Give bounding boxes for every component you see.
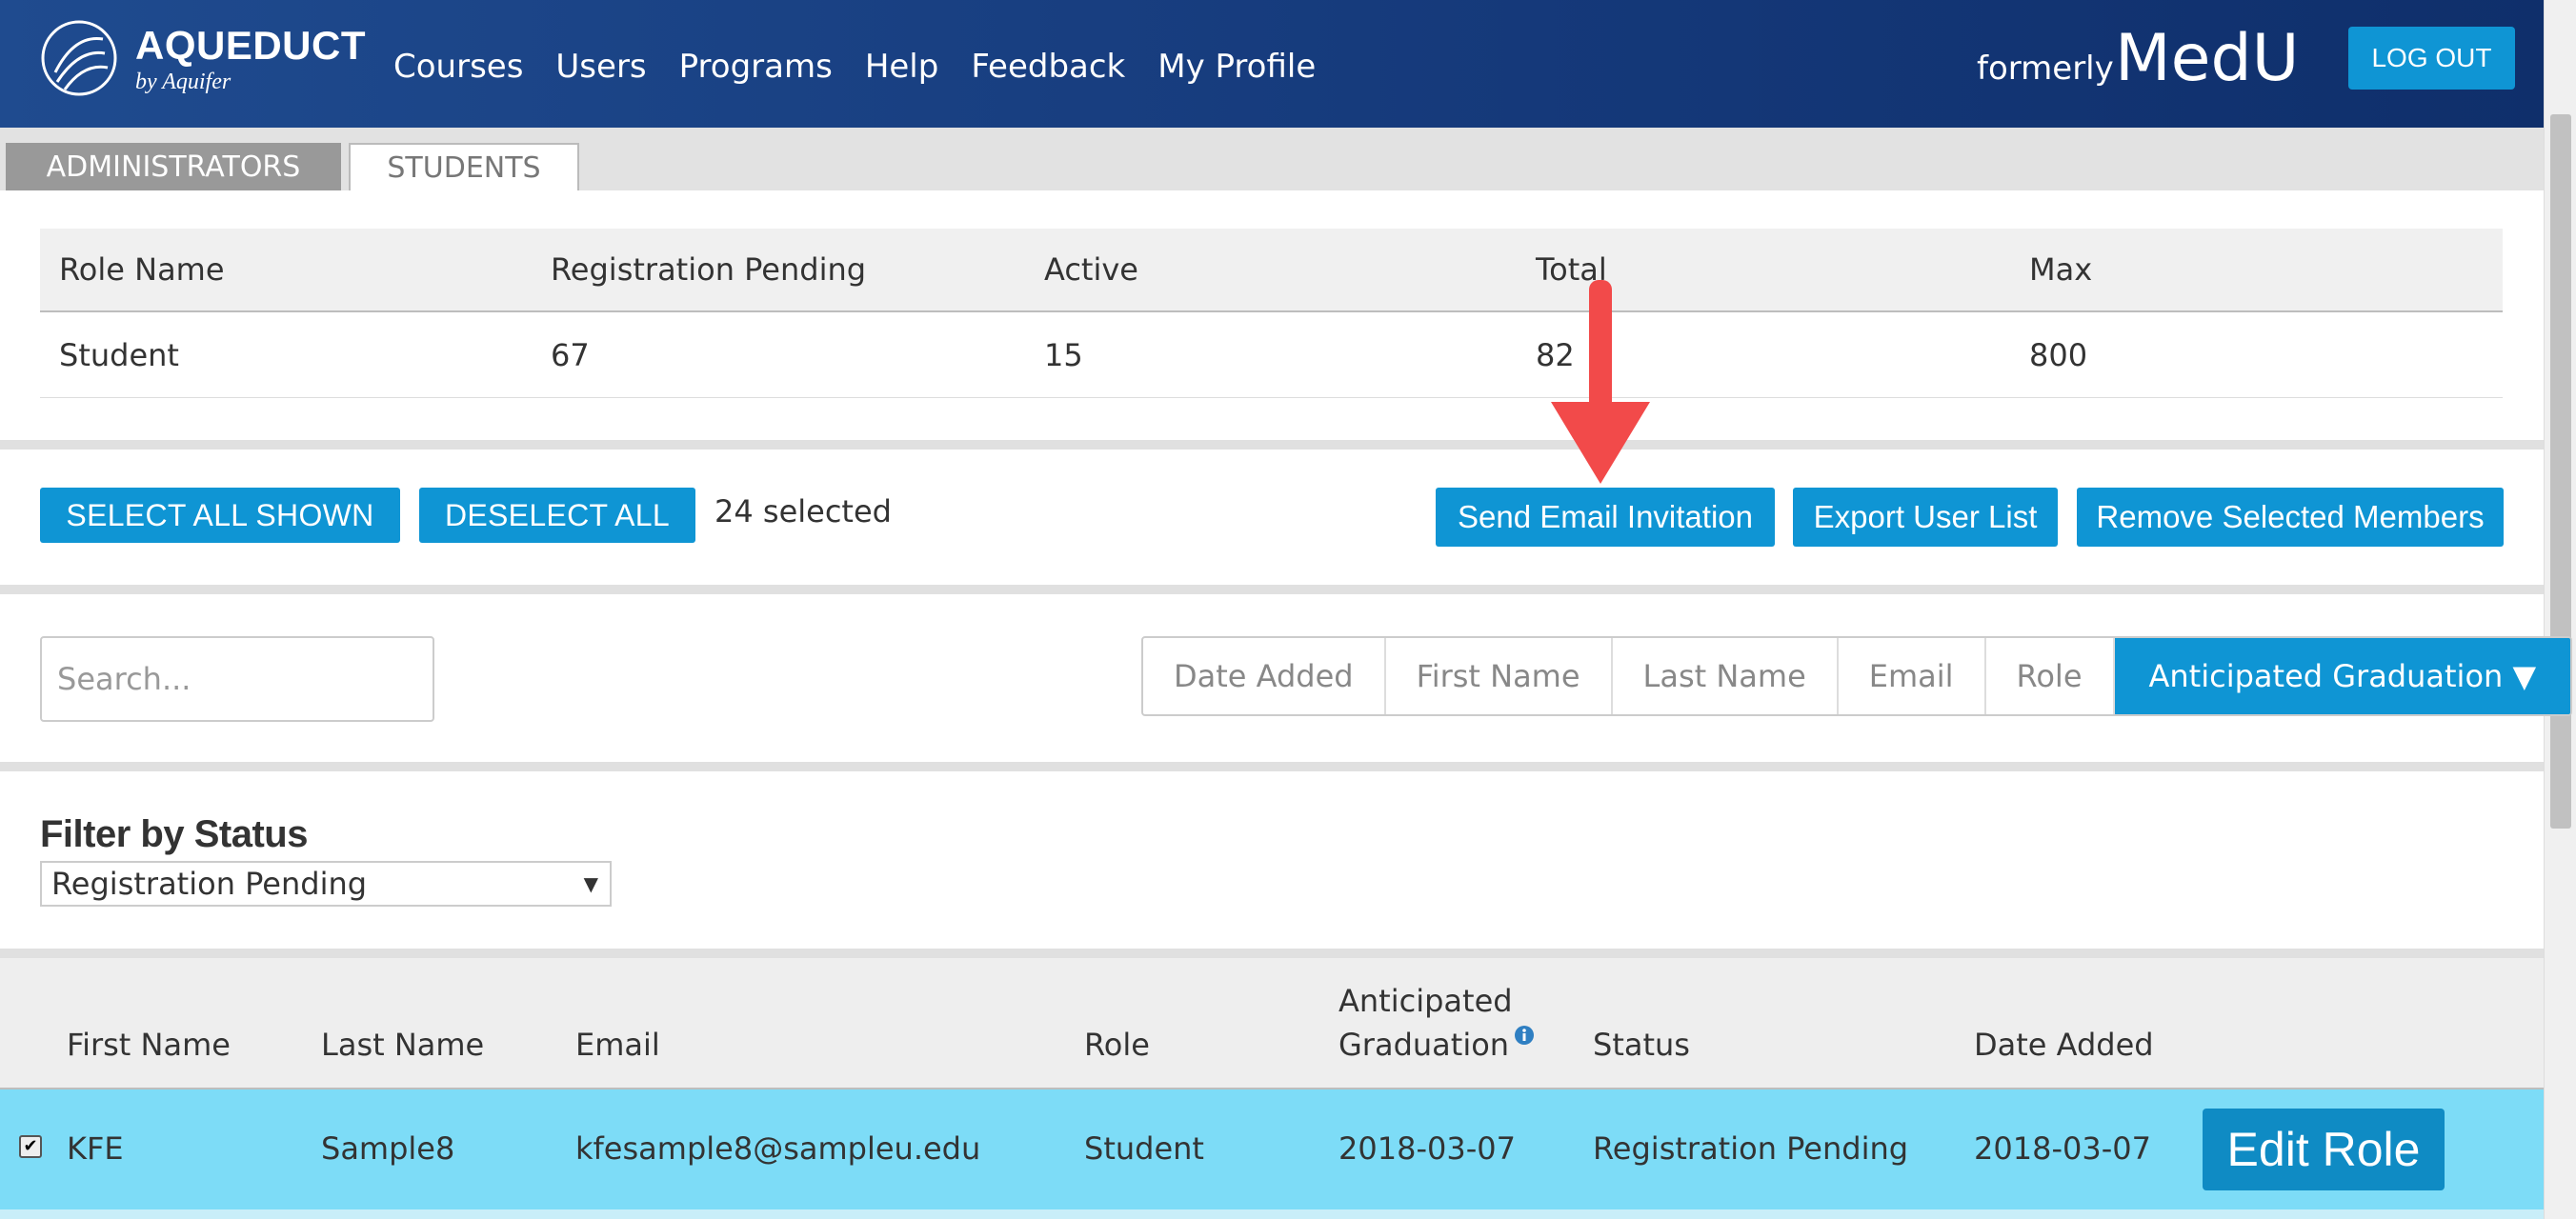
formerly-label: formerly: [1977, 50, 2114, 88]
col-email[interactable]: Email: [575, 1027, 660, 1063]
summary-registration-pending: 67: [551, 336, 590, 373]
export-user-list-button[interactable]: Export User List: [1793, 488, 2058, 547]
select-all-shown-button[interactable]: SELECT ALL SHOWN: [40, 488, 400, 543]
col-date-added[interactable]: Date Added: [1974, 1027, 2154, 1063]
row-date-added: 2018-03-07: [1974, 1130, 2151, 1167]
nav-my-profile[interactable]: My Profile: [1157, 48, 1316, 86]
send-email-invitation-button[interactable]: Send Email Invitation: [1436, 488, 1775, 547]
filter-by-status-title: Filter by Status: [40, 813, 308, 855]
logout-button[interactable]: LOG OUT: [2348, 27, 2515, 90]
col-first-name[interactable]: First Name: [67, 1027, 231, 1063]
row-email: kfesample8@sampleu.edu: [575, 1130, 981, 1167]
col-role[interactable]: Role: [1084, 1027, 1150, 1063]
scrollbar-thumb[interactable]: [2550, 114, 2571, 829]
sort-date-added[interactable]: Date Added: [1143, 638, 1386, 714]
summary-panel: Role Name Registration Pending Active To…: [0, 190, 2544, 440]
nav-feedback[interactable]: Feedback: [971, 48, 1125, 86]
nav-help[interactable]: Help: [865, 48, 939, 86]
info-icon[interactable]: [1514, 1025, 1535, 1046]
summary-row: Student 67 15 82 800: [40, 312, 2503, 398]
tab-students[interactable]: STUDENTS: [349, 143, 579, 190]
summary-max: 800: [2029, 336, 2088, 373]
summary-header-role-name: Role Name: [59, 251, 225, 288]
col-status[interactable]: Status: [1593, 1027, 1690, 1063]
summary-active: 15: [1044, 336, 1083, 373]
tab-administrators[interactable]: ADMINISTRATORS: [6, 143, 341, 190]
sort-role[interactable]: Role: [1986, 638, 2115, 714]
sort-anticipated-graduation[interactable]: Anticipated Graduation ▼: [2114, 638, 2571, 714]
summary-header-active: Active: [1044, 251, 1138, 288]
nav-courses[interactable]: Courses: [393, 48, 523, 86]
selected-count: 24 selected: [714, 493, 892, 530]
sort-last-name[interactable]: Last Name: [1613, 638, 1839, 714]
summary-header-registration-pending: Registration Pending: [551, 251, 867, 288]
deselect-all-button[interactable]: DESELECT ALL: [419, 488, 695, 543]
annotation-arrow-icon: [1551, 280, 1650, 484]
col-anticipated-graduation-line2[interactable]: Graduation: [1338, 1027, 1509, 1063]
row-anticipated-graduation: 2018-03-07: [1338, 1130, 1516, 1167]
col-anticipated-graduation-line1[interactable]: Anticipated: [1338, 983, 1513, 1019]
role-tabs: ADMINISTRATORS STUDENTS: [0, 128, 2544, 190]
brand-name: AQUEDUCT: [135, 23, 366, 68]
row-status: Registration Pending: [1593, 1130, 1909, 1167]
nav-users[interactable]: Users: [555, 48, 646, 86]
select-caret-icon: ▼: [583, 872, 598, 895]
aqueduct-logo-icon: [41, 20, 117, 96]
page-scrollbar[interactable]: [2544, 0, 2576, 1219]
status-filter-value: Registration Pending: [51, 866, 368, 902]
sort-options: Date Added First Name Last Name Email Ro…: [1141, 636, 2573, 716]
summary-header-max: Max: [2029, 251, 2093, 288]
status-filter-select[interactable]: Registration Pending ▼: [40, 861, 612, 907]
row-role: Student: [1084, 1130, 1204, 1167]
row-last-name: Sample8: [321, 1130, 455, 1167]
edit-role-button[interactable]: Edit Role: [2203, 1109, 2445, 1190]
search-input[interactable]: Search...: [40, 636, 434, 722]
col-last-name[interactable]: Last Name: [321, 1027, 484, 1063]
sort-first-name[interactable]: First Name: [1386, 638, 1613, 714]
remove-selected-members-button[interactable]: Remove Selected Members: [2077, 488, 2504, 547]
nav-programs[interactable]: Programs: [679, 48, 833, 86]
filter-panel: [0, 771, 2544, 949]
row-checkbox[interactable]: ✔: [19, 1135, 42, 1158]
medu-logo: MedU: [2115, 21, 2300, 96]
summary-header-row: Role Name Registration Pending Active To…: [40, 229, 2503, 312]
row-first-name: KFE: [67, 1130, 124, 1167]
sort-email[interactable]: Email: [1839, 638, 1986, 714]
table-row-next: [0, 1209, 2544, 1219]
top-header: AQUEDUCT by Aquifer Courses Users Progra…: [0, 0, 2544, 128]
summary-role-name: Student: [59, 336, 179, 373]
role-summary-table: Role Name Registration Pending Active To…: [40, 229, 2503, 398]
main-nav: Courses Users Programs Help Feedback My …: [393, 48, 1316, 86]
users-table-header: First Name Last Name Email Role Anticipa…: [0, 958, 2544, 1089]
brand-subtitle: by Aquifer: [135, 70, 231, 94]
